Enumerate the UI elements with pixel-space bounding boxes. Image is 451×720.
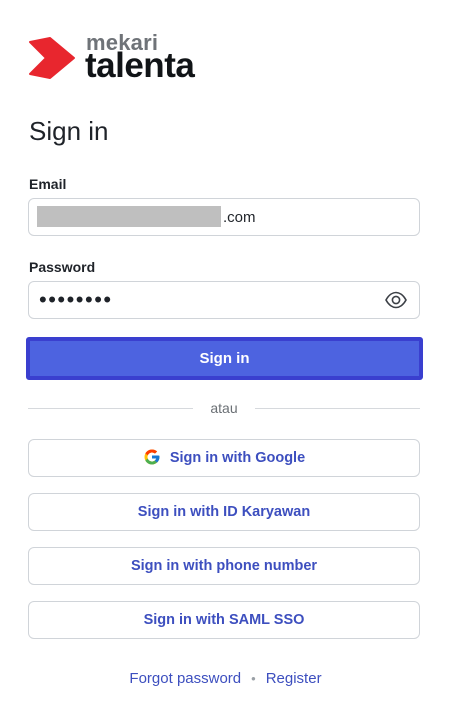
mekari-mark-icon — [29, 37, 75, 79]
email-label: Email — [29, 176, 67, 192]
talenta-logo: mekari talenta — [28, 30, 228, 86]
redacted-email-mask — [37, 206, 221, 227]
sign-in-button[interactable]: Sign in — [26, 337, 423, 380]
forgot-password-link[interactable]: Forgot password — [129, 670, 241, 687]
footer-links: Forgot password • Register — [0, 670, 451, 687]
sign-in-id-karyawan-button[interactable]: Sign in with ID Karyawan — [28, 493, 420, 531]
or-divider: atau — [28, 399, 420, 417]
password-value: •••••••• — [39, 287, 113, 312]
password-field[interactable]: •••••••• — [28, 281, 420, 319]
divider-line-right — [255, 408, 420, 409]
email-value: .com — [223, 209, 256, 226]
sign-in-saml-button[interactable]: Sign in with SAML SSO — [28, 601, 420, 639]
page-title: Sign in — [29, 116, 109, 146]
google-icon — [144, 449, 160, 465]
logo-talenta-text: talenta — [85, 46, 195, 85]
register-link[interactable]: Register — [266, 670, 322, 687]
email-field[interactable]: .com — [28, 198, 420, 236]
sign-in-google-button[interactable]: Sign in with Google — [28, 439, 420, 477]
eye-icon[interactable] — [385, 291, 407, 309]
footer-separator: • — [251, 671, 256, 686]
password-label: Password — [29, 259, 96, 275]
sign-in-phone-button[interactable]: Sign in with phone number — [28, 547, 420, 585]
google-button-label: Sign in with Google — [169, 450, 306, 466]
